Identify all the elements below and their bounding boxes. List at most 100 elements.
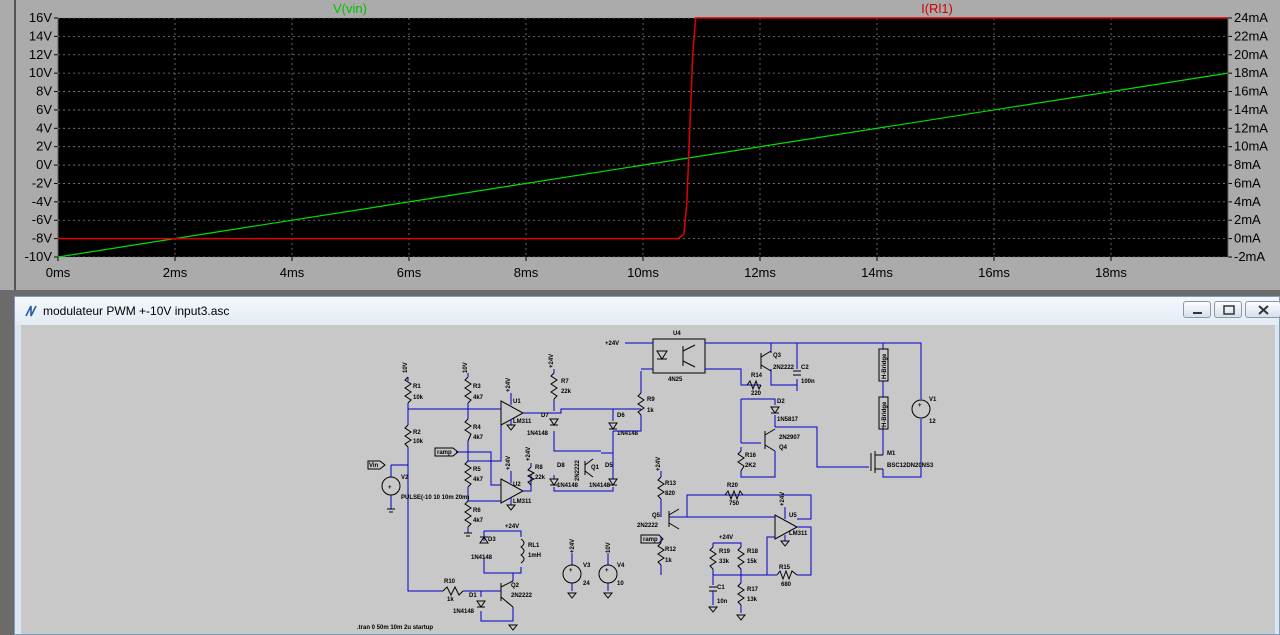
- x-tick-label: 4ms: [280, 265, 305, 280]
- y-left-tick-label: 0V: [36, 157, 52, 172]
- y-left-tick-label: 8V: [36, 84, 52, 99]
- d7-label: D7: [541, 413, 549, 419]
- v2-label: V2: [401, 475, 409, 481]
- v4-value: 10: [617, 581, 624, 587]
- svg-text:+: +: [388, 485, 392, 491]
- tran-directive[interactable]: .tran 0 50m 10m 2u startup: [357, 625, 433, 631]
- r9-value: 1k: [647, 408, 654, 414]
- v3-supply: +24V: [570, 539, 576, 553]
- u2-part: LM311: [513, 499, 532, 505]
- top-supply: +24V: [605, 341, 619, 347]
- r17-label: R17: [747, 587, 759, 593]
- y-right-tick-label: 24mA: [1234, 10, 1268, 25]
- v3-label: V3: [583, 563, 591, 569]
- r14-label: R14: [751, 373, 763, 379]
- r8-supply: +24V: [526, 447, 532, 461]
- q5-label: Q5: [652, 513, 661, 519]
- y-left-tick-label: 10V: [29, 65, 52, 80]
- schematic-drawing[interactable]: + Vin V2 PULSE(-10 10 10m 20m) 10V R1 10…: [21, 325, 1275, 634]
- x-tick-label: 2ms: [163, 265, 188, 280]
- y-left-tick-label: -4V: [32, 194, 53, 209]
- r19-label: R19: [719, 549, 731, 555]
- d3-label: D3: [488, 537, 496, 543]
- d1-part: 1N4148: [453, 609, 475, 615]
- r15-label: R15: [779, 565, 791, 571]
- r14-value: 220: [751, 391, 762, 397]
- r5-label: R5: [473, 467, 481, 473]
- y-left-tick-label: -2V: [32, 175, 53, 190]
- v10-flag-1: 10V: [403, 362, 409, 373]
- left-axis: 16V 14V 12V 10V 8V 6V 4V 2V 0V -2V -4V -6V -8V -10V: [25, 10, 58, 264]
- y-left-tick-label: 6V: [36, 102, 52, 117]
- q4-part: 2N2907: [779, 435, 801, 441]
- minimize-button[interactable]: [1183, 301, 1211, 318]
- v2-value: PULSE(-10 10 10m 20m): [401, 495, 469, 501]
- q1-part: 2N2222: [575, 459, 581, 481]
- hbridge-flag-2[interactable]: H-Bridge: [882, 401, 888, 427]
- y-right-tick-label: 12mA: [1234, 120, 1268, 135]
- schematic-window[interactable]: modulateur PWM +-10V input3.asc + Vin V2…: [14, 296, 1280, 635]
- x-tick-label: 12ms: [744, 265, 776, 280]
- schematic-canvas[interactable]: + Vin V2 PULSE(-10 10 10m 20m) 10V R1 10…: [21, 325, 1275, 634]
- ramp-flag-2[interactable]: ramp: [643, 537, 658, 543]
- y-left-tick-label: -10V: [25, 249, 53, 264]
- c2-value: 100n: [801, 379, 815, 385]
- c1-value: 10n: [717, 599, 728, 605]
- y-left-tick-label: 16V: [29, 10, 52, 25]
- vin-flag[interactable]: Vin: [369, 463, 379, 469]
- r8-label: R8: [535, 465, 543, 471]
- r3-label: R3: [473, 384, 481, 390]
- r1-label: R1: [413, 384, 421, 390]
- r6-label: R6: [473, 508, 481, 514]
- x-tick-label: 8ms: [514, 265, 539, 280]
- y-right-tick-label: 4mA: [1234, 194, 1261, 209]
- y-right-tick-label: 6mA: [1234, 175, 1261, 190]
- trace-label-irl1[interactable]: I(Rl1): [921, 1, 953, 16]
- trace-label-vin[interactable]: V(vin): [333, 1, 367, 16]
- r4-value: 4k7: [473, 435, 484, 441]
- r7-supply: +24V: [549, 354, 555, 368]
- y-left-tick-label: 2V: [36, 139, 52, 154]
- x-tick-label: 10ms: [627, 265, 659, 280]
- y-right-tick-label: 8mA: [1234, 157, 1261, 172]
- hbridge-flag-1[interactable]: H-Bridge: [882, 353, 888, 379]
- x-tick-label: 16ms: [978, 265, 1010, 280]
- r4-label: R4: [473, 425, 481, 431]
- r3-value: 4k7: [473, 395, 484, 401]
- c1-label: C1: [717, 585, 725, 591]
- right-axis: 24mA 22mA 20mA 18mA 16mA 14mA 12mA 10mA 8mA 6mA 4m…: [1228, 10, 1268, 264]
- y-left-tick-label: -6V: [32, 212, 53, 227]
- r10-value: 1k: [447, 597, 454, 603]
- r18-label: R18: [747, 549, 759, 555]
- waveform-viewer[interactable]: 16V 14V 12V 10V 8V 6V 4V 2V 0V -2V -4V -6V -8V -10V 2…: [0, 0, 1280, 290]
- m1-part: BSC12DN20NS3: [887, 463, 934, 469]
- v4-label: V4: [617, 563, 625, 569]
- u1-part: LM311: [513, 419, 532, 425]
- y-right-tick-label: -2mA: [1234, 249, 1265, 264]
- title-bar[interactable]: modulateur PWM +-10V input3.asc: [15, 297, 1280, 325]
- u5-label: U5: [789, 513, 797, 519]
- r2-label: R2: [413, 430, 421, 436]
- ramp-flag-1[interactable]: ramp: [437, 450, 452, 456]
- rl1-label: RL1: [528, 543, 540, 549]
- v4-supply: 10V: [606, 542, 612, 553]
- q2-part: 2N2222: [511, 593, 533, 599]
- r8-value: 22k: [535, 475, 546, 481]
- r12-value: 1k: [665, 558, 672, 564]
- waveform-plot[interactable]: 16V 14V 12V 10V 8V 6V 4V 2V 0V -2V -4V -6V -8V -10V 2…: [0, 0, 1280, 290]
- y-left-tick-label: 12V: [29, 47, 52, 62]
- ltspice-icon: [25, 305, 37, 317]
- x-axis: 0ms 2ms 4ms 6ms 8ms 10ms 12ms 14ms 16ms 18ms: [46, 257, 1127, 280]
- c2-label: C2: [801, 365, 809, 371]
- r20-value: 750: [729, 501, 740, 507]
- svg-text:+: +: [605, 568, 609, 574]
- restore-icon: [1223, 305, 1235, 315]
- y-right-tick-label: 18mA: [1234, 65, 1268, 80]
- r13-supply: +24V: [656, 457, 662, 471]
- r7-value: 22k: [561, 389, 572, 395]
- close-button[interactable]: [1245, 301, 1280, 318]
- y-right-tick-label: 16mA: [1234, 84, 1268, 99]
- y-left-tick-label: -8V: [32, 231, 53, 246]
- u5-part: LM311: [789, 531, 808, 537]
- restore-button[interactable]: [1214, 301, 1242, 318]
